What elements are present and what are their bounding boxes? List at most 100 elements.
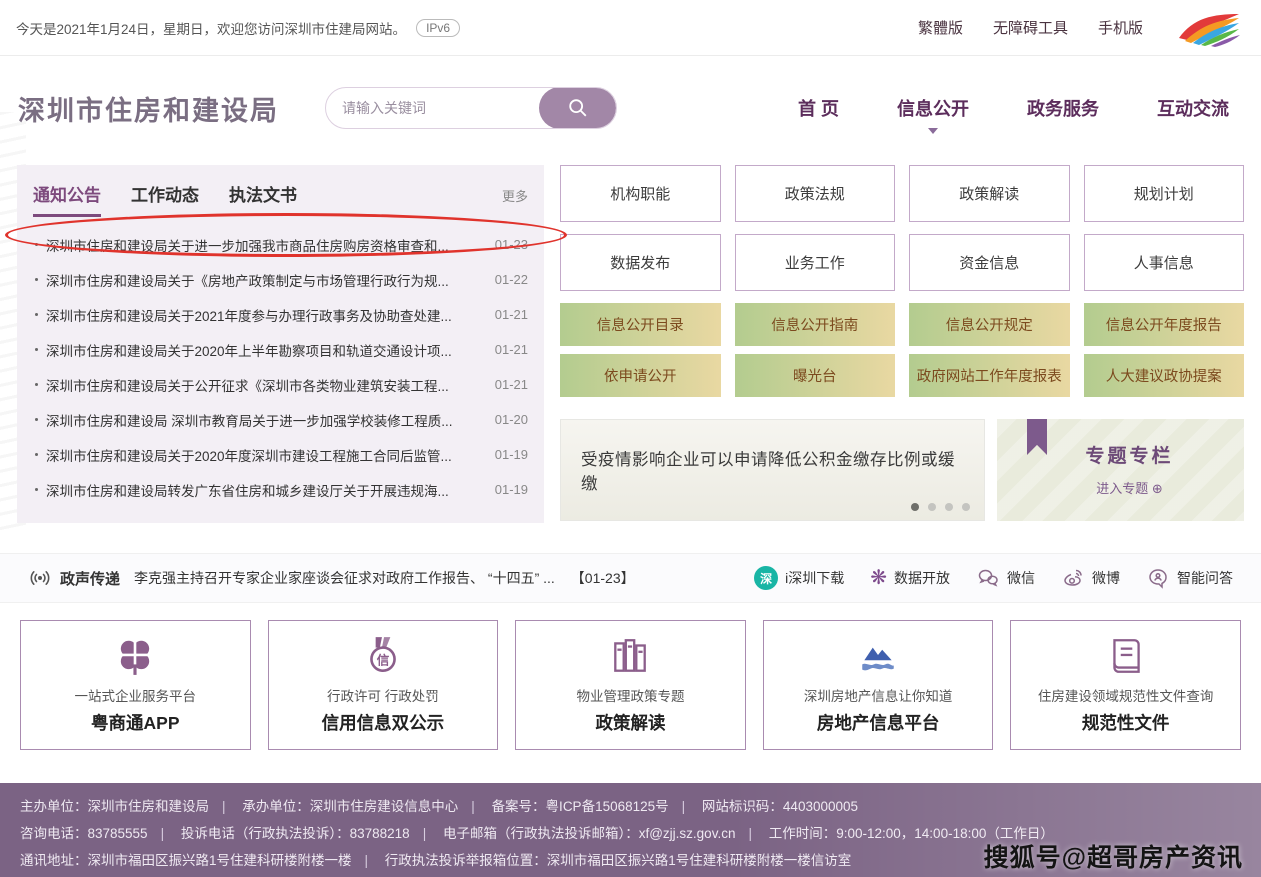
news-list: 深圳市住房和建设局关于进一步加强我市商品住房购房资格审查和... 01-23 深… bbox=[33, 227, 528, 507]
card-title: 房地产信息平台 bbox=[817, 710, 940, 735]
tab-work-updates[interactable]: 工作动态 bbox=[131, 181, 199, 214]
books-icon bbox=[609, 635, 651, 677]
quick-link[interactable]: 规划计划 bbox=[1084, 165, 1245, 222]
mobile-version-link[interactable]: 手机版 bbox=[1098, 17, 1143, 38]
news-item[interactable]: 深圳市住房和建设局关于2020年度深圳市建设工程施工合同后监管... 01-19 bbox=[33, 437, 528, 472]
news-title: 深圳市住房和建设局关于2020年上半年勘察项目和轨道交通设计项... bbox=[46, 340, 452, 360]
news-panel: 通知公告 工作动态 执法文书 更多 深圳市住房和建设局关于进一步加强我市商品住房… bbox=[17, 165, 544, 523]
carousel-dot[interactable] bbox=[945, 503, 953, 511]
ticker-date: 【01-23】 bbox=[571, 568, 635, 588]
service-card-normative-documents[interactable]: 住房建设领域规范性文件查询 规范性文件 bbox=[1010, 620, 1241, 750]
service-card-real-estate-platform[interactable]: 深圳房地产信息让你知道 房地产信息平台 bbox=[763, 620, 994, 750]
smart-qa[interactable]: 智能问答 bbox=[1146, 566, 1233, 590]
quick-link[interactable]: 机构职能 bbox=[560, 165, 721, 222]
carousel-dots bbox=[911, 503, 970, 511]
bullet-icon bbox=[35, 488, 38, 491]
weibo[interactable]: 微博 bbox=[1061, 566, 1120, 590]
service-card-policy-interpretation[interactable]: 物业管理政策专题 政策解读 bbox=[515, 620, 746, 750]
ticker-headline[interactable]: 李克强主持召开专家企业家座谈会征求对政府工作报告、 “十四五” ... bbox=[134, 568, 555, 588]
footer-operator-unit: 承办单位：深圳市住房建设信息中心 bbox=[242, 799, 458, 814]
data-open-icon: ❋ bbox=[870, 568, 887, 588]
news-item[interactable]: 深圳市住房和建设局关于2020年上半年勘察项目和轨道交通设计项... 01-21 bbox=[33, 332, 528, 367]
bullet-icon bbox=[35, 348, 38, 351]
main-nav: 首 页 信息公开 政务服务 互动交流 bbox=[798, 95, 1229, 121]
tab-enforcement-docs[interactable]: 执法文书 bbox=[229, 181, 297, 214]
quick-link[interactable]: 人大建议政协提案 bbox=[1084, 354, 1245, 397]
wechat[interactable]: 微信 bbox=[976, 566, 1035, 590]
traditional-chinese-link[interactable]: 繁體版 bbox=[918, 17, 963, 38]
topbar: 今天是2021年1月24日，星期日，欢迎您访问深圳市住建局网站。 IPv6 繁體… bbox=[0, 0, 1261, 56]
quick-link[interactable]: 业务工作 bbox=[735, 234, 896, 291]
book-icon bbox=[1105, 635, 1147, 677]
carousel-dot[interactable] bbox=[928, 503, 936, 511]
service-card-yueshangtong[interactable]: 一站式企业服务平台 粤商通APP bbox=[20, 620, 251, 750]
banner-carousel[interactable]: 受疫情影响企业可以申请降低公积金缴存比例或缓缴 bbox=[560, 419, 985, 521]
smart-qa-icon bbox=[1146, 566, 1170, 590]
nav-gov-services[interactable]: 政务服务 bbox=[1027, 95, 1099, 121]
carousel-dot[interactable] bbox=[962, 503, 970, 511]
service-card-credit-disclosure[interactable]: 信 行政许可 行政处罚 信用信息双公示 bbox=[268, 620, 499, 750]
watermark-text: 搜狐号@超哥房产资讯 bbox=[984, 845, 1243, 872]
quick-link[interactable]: 政策法规 bbox=[735, 165, 896, 222]
quick-link[interactable]: 信息公开年度报告 bbox=[1084, 303, 1245, 346]
nav-info-disclosure[interactable]: 信息公开 bbox=[897, 95, 969, 121]
quick-link[interactable]: 依申请公开 bbox=[560, 354, 721, 397]
footer-icp-number: 备案号：粤ICP备15068125号 bbox=[492, 799, 669, 814]
tab-notices[interactable]: 通知公告 bbox=[33, 181, 101, 217]
footer-site-id: 网站标识码：4403000005 bbox=[702, 799, 858, 814]
quick-link[interactable]: 人事信息 bbox=[1084, 234, 1245, 291]
news-item[interactable]: 深圳市住房和建设局关于2021年度参与办理行政事务及协助查处建... 01-21 bbox=[33, 297, 528, 332]
news-date: 01-23 bbox=[495, 237, 528, 252]
bullet-icon bbox=[35, 418, 38, 421]
quick-link[interactable]: 政策解读 bbox=[909, 165, 1070, 222]
card-subtitle: 深圳房地产信息让你知道 bbox=[804, 685, 953, 705]
more-link[interactable]: 更多 bbox=[502, 186, 528, 205]
quick-link[interactable]: 信息公开目录 bbox=[560, 303, 721, 346]
nav-home[interactable]: 首 页 bbox=[798, 95, 839, 121]
quick-link[interactable]: 曝光台 bbox=[735, 354, 896, 397]
banner-caption: 受疫情影响企业可以申请降低公积金缴存比例或缓缴 bbox=[561, 446, 984, 494]
nav-interaction[interactable]: 互动交流 bbox=[1157, 95, 1229, 121]
news-item[interactable]: 深圳市住房和建设局关于《房地产政策制定与市场管理行政行为规... 01-22 bbox=[33, 262, 528, 297]
ishenzhen-download[interactable]: 深 i深圳下载 bbox=[754, 566, 844, 590]
mountain-wave-icon bbox=[857, 635, 899, 677]
footer-work-hours: 工作时间：9:00-12:00，14:00-18:00（工作日） bbox=[769, 826, 1054, 841]
clover-icon bbox=[114, 635, 156, 677]
card-title: 信用信息双公示 bbox=[322, 710, 445, 735]
enter-special-link[interactable]: 进入专题 ⊕ bbox=[1015, 478, 1244, 497]
card-title: 规范性文件 bbox=[1082, 710, 1170, 735]
quick-link[interactable]: 信息公开指南 bbox=[735, 303, 896, 346]
tool-label: i深圳下载 bbox=[785, 568, 844, 588]
topbar-welcome-area: 今天是2021年1月24日，星期日，欢迎您访问深圳市住建局网站。 IPv6 bbox=[16, 18, 460, 38]
news-item[interactable]: 深圳市住房和建设局关于进一步加强我市商品住房购房资格审查和... 01-23 bbox=[33, 227, 528, 262]
quick-link[interactable]: 资金信息 bbox=[909, 234, 1070, 291]
shenzhen-city-logo bbox=[1173, 8, 1245, 48]
quick-link[interactable]: 数据发布 bbox=[560, 234, 721, 291]
quick-link[interactable]: 政府网站工作年度报表 bbox=[909, 354, 1070, 397]
special-column-panel[interactable]: 专题专栏 进入专题 ⊕ bbox=[997, 419, 1244, 521]
footer-line-1: 主办单位：深圳市住房和建设局| 承办单位：深圳市住房建设信息中心| 备案号：粤I… bbox=[20, 793, 1241, 820]
ipv6-badge[interactable]: IPv6 bbox=[416, 19, 460, 37]
search-input[interactable] bbox=[326, 100, 539, 116]
bullet-icon bbox=[35, 313, 38, 316]
news-title: 深圳市住房和建设局 深圳市教育局关于进一步加强学校装修工程质... bbox=[46, 410, 453, 430]
news-title: 深圳市住房和建设局关于2021年度参与办理行政事务及协助查处建... bbox=[46, 305, 452, 325]
card-subtitle: 物业管理政策专题 bbox=[576, 685, 684, 705]
news-item[interactable]: 深圳市住房和建设局 深圳市教育局关于进一步加强学校装修工程质... 01-20 bbox=[33, 402, 528, 437]
separator: | bbox=[471, 799, 475, 814]
footer-line-2: 咨询电话：83785555| 投诉电话（行政执法投诉）：83788218| 电子… bbox=[20, 820, 1241, 847]
news-tabs: 通知公告 工作动态 执法文书 更多 bbox=[33, 181, 528, 217]
news-title: 深圳市住房和建设局关于进一步加强我市商品住房购房资格审查和... bbox=[46, 235, 449, 255]
accessibility-tools-link[interactable]: 无障碍工具 bbox=[993, 17, 1068, 38]
tool-label: 智能问答 bbox=[1177, 568, 1233, 588]
news-date: 01-21 bbox=[495, 377, 528, 392]
news-date: 01-22 bbox=[495, 272, 528, 287]
weibo-icon bbox=[1061, 566, 1085, 590]
carousel-dot[interactable] bbox=[911, 503, 919, 511]
news-item[interactable]: 深圳市住房和建设局关于公开征求《深圳市各类物业建筑安装工程... 01-21 bbox=[33, 367, 528, 402]
open-data[interactable]: ❋ 数据开放 bbox=[870, 568, 950, 588]
news-item[interactable]: 深圳市住房和建设局转发广东省住房和城乡建设厅关于开展违规海... 01-19 bbox=[33, 472, 528, 507]
quick-link[interactable]: 信息公开规定 bbox=[909, 303, 1070, 346]
search-button[interactable] bbox=[539, 87, 616, 129]
news-date: 01-21 bbox=[495, 342, 528, 357]
